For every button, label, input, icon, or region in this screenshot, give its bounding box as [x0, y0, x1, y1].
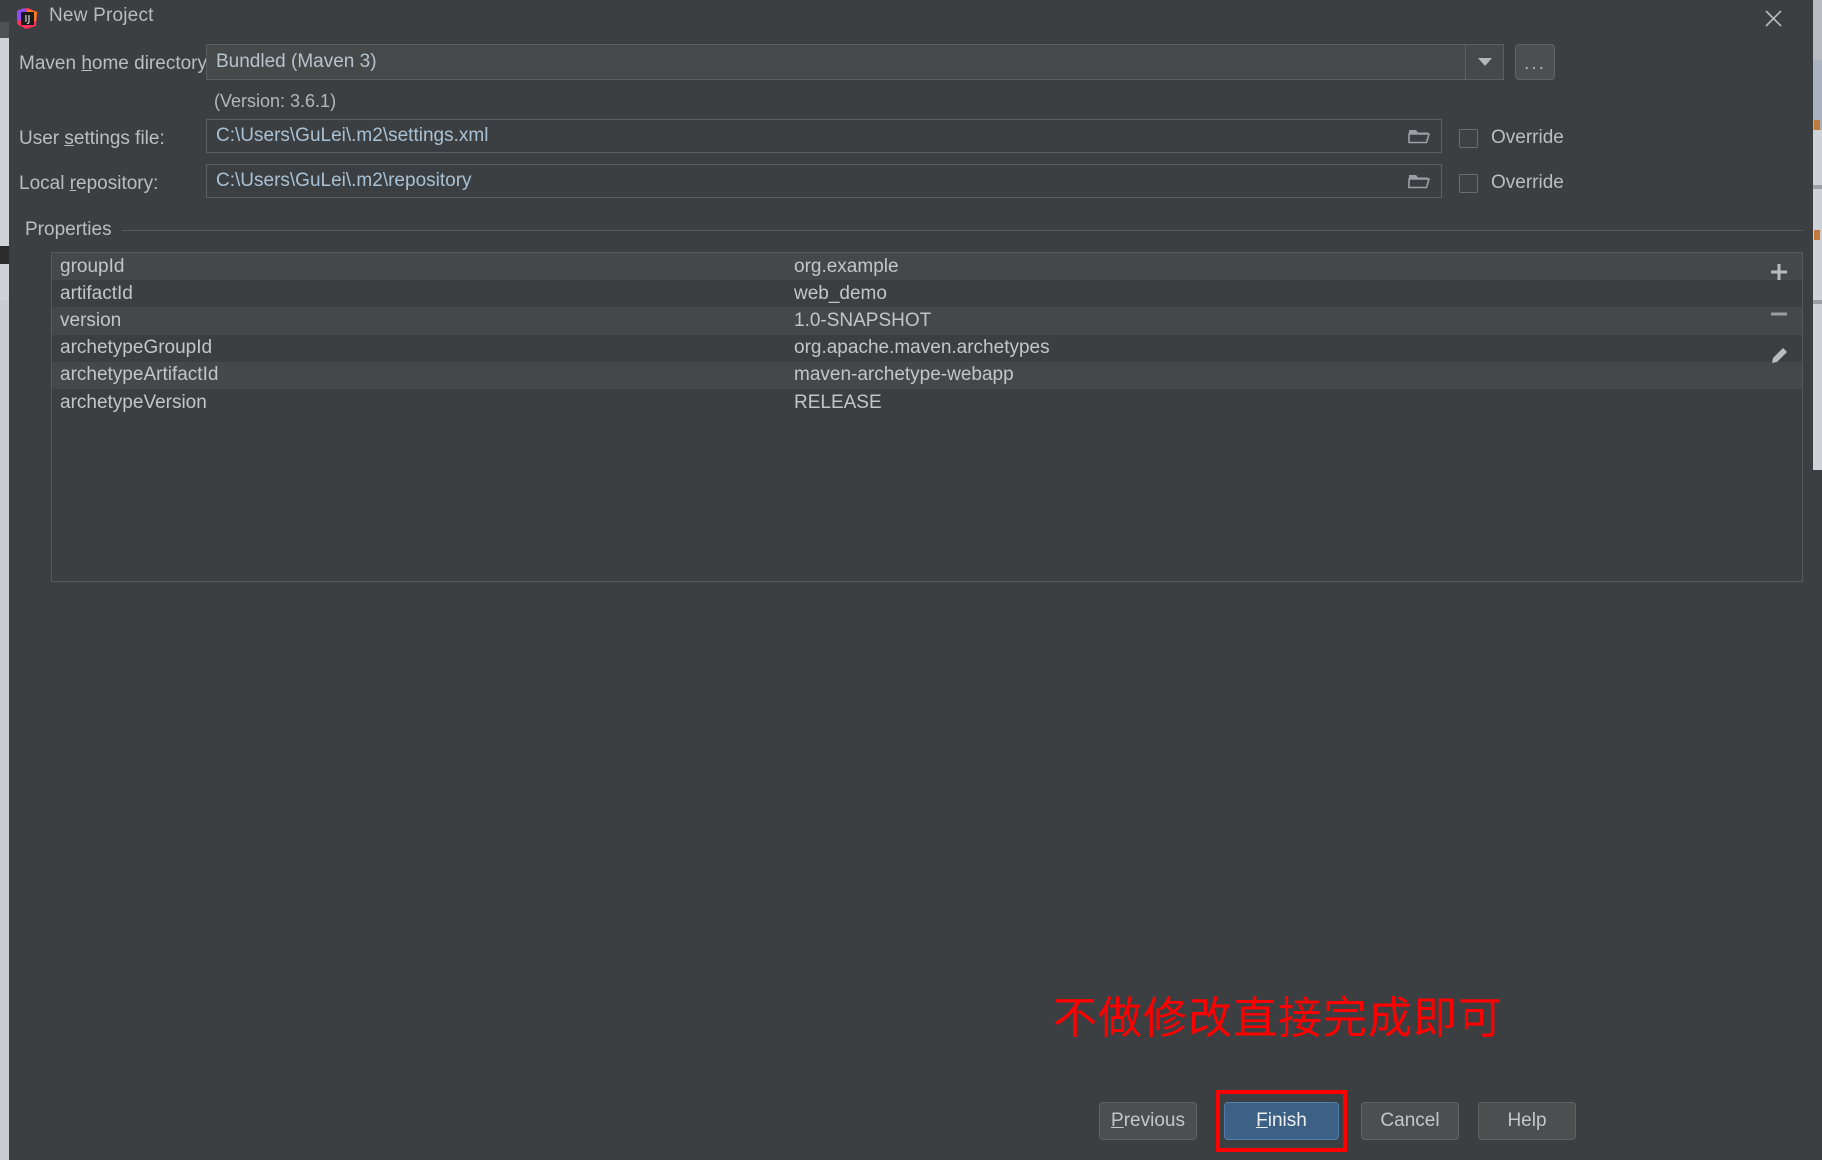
- close-icon[interactable]: [1759, 5, 1787, 31]
- btn-mnemonic: P: [1111, 1110, 1124, 1131]
- user-settings-override-checkbox[interactable]: Override: [1459, 127, 1564, 149]
- maven-home-directory-combobox[interactable]: Bundled (Maven 3): [206, 44, 1504, 80]
- svg-text:IJ: IJ: [25, 14, 31, 25]
- chevron-down-icon[interactable]: [1465, 45, 1503, 79]
- user-settings-override-label: Override: [1491, 127, 1564, 148]
- table-row[interactable]: groupId org.example: [52, 253, 1802, 281]
- property-value-cell: RELEASE: [794, 391, 882, 413]
- new-project-dialog: IJ New Project Maven home directory: Bun…: [9, 0, 1813, 1160]
- ellipsis-label: ...: [1524, 53, 1546, 74]
- property-value-cell: org.apache.maven.archetypes: [794, 337, 1050, 359]
- property-value-cell: 1.0-SNAPSHOT: [794, 309, 932, 331]
- local-repository-override-checkbox[interactable]: Override: [1459, 172, 1564, 194]
- label-part-post: ettings file:: [73, 128, 165, 149]
- minus-icon[interactable]: [1755, 294, 1803, 334]
- btn-post: revious: [1123, 1110, 1185, 1131]
- btn-post: inish: [1267, 1110, 1307, 1131]
- label-part-post: ome directory:: [91, 53, 213, 74]
- local-repository-label: Local repository:: [19, 173, 158, 195]
- property-key-cell: archetypeArtifactId: [60, 364, 219, 386]
- maven-home-browse-button[interactable]: ...: [1515, 44, 1555, 80]
- properties-table-toolbar: [1755, 252, 1803, 382]
- label-part-post: epository:: [76, 173, 159, 194]
- background-window-left-edge: [0, 0, 9, 1160]
- user-settings-file-label: User settings file:: [19, 128, 165, 150]
- table-row[interactable]: artifactId web_demo: [52, 280, 1802, 308]
- property-key-cell: artifactId: [60, 282, 133, 304]
- table-row[interactable]: archetypeGroupId org.apache.maven.archety…: [52, 334, 1802, 362]
- btn-mnemonic: F: [1256, 1110, 1268, 1131]
- property-key-cell: archetypeVersion: [60, 391, 207, 413]
- previous-button[interactable]: Previous: [1099, 1102, 1197, 1140]
- user-settings-file-input[interactable]: C:\Users\GuLei\.m2\settings.xml: [206, 119, 1442, 153]
- btn-pre: Cancel: [1380, 1110, 1440, 1131]
- folder-open-icon[interactable]: [1408, 172, 1431, 195]
- finish-button[interactable]: Finish: [1224, 1102, 1339, 1140]
- local-repository-input[interactable]: C:\Users\GuLei\.m2\repository: [206, 164, 1442, 198]
- label-part-pre: Local: [19, 173, 70, 194]
- background-window-right-edge-lower: [1812, 470, 1822, 1160]
- property-key-cell: version: [60, 309, 122, 331]
- local-repository-value: C:\Users\GuLei\.m2\repository: [216, 170, 472, 191]
- property-value-cell: org.example: [794, 255, 899, 277]
- checkbox-box: [1459, 128, 1478, 148]
- maven-version-note: (Version: 3.6.1): [214, 91, 337, 111]
- label-mnemonic: h: [81, 53, 92, 74]
- label-part-pre: Maven: [19, 53, 82, 74]
- table-row[interactable]: archetypeVersion RELEASE: [52, 388, 1802, 417]
- pencil-icon[interactable]: [1755, 336, 1803, 376]
- properties-group-separator: [119, 230, 1803, 231]
- intellij-idea-icon: IJ: [17, 8, 38, 29]
- user-settings-file-value: C:\Users\GuLei\.m2\settings.xml: [216, 125, 489, 146]
- table-row[interactable]: archetypeArtifactId maven-archetype-webap…: [52, 361, 1802, 389]
- btn-pre: Help: [1507, 1110, 1547, 1131]
- maven-home-directory-label: Maven home directory:: [19, 53, 212, 75]
- background-window-right-edge: [1812, 0, 1822, 470]
- plus-icon[interactable]: [1755, 252, 1803, 292]
- label-mnemonic: s: [64, 128, 74, 149]
- property-value-cell: web_demo: [794, 282, 887, 304]
- local-repository-override-label: Override: [1491, 172, 1564, 193]
- dialog-title-bar: IJ New Project: [9, 0, 1813, 36]
- annotation-text: 不做修改直接完成即可: [1053, 993, 1503, 1044]
- dialog-title: New Project: [49, 5, 154, 26]
- maven-home-directory-value: Bundled (Maven 3): [216, 51, 377, 72]
- property-value-cell: maven-archetype-webapp: [794, 364, 1014, 386]
- properties-table: groupId org.example artifactId web_demovers…: [52, 253, 1802, 417]
- property-key-cell: groupId: [60, 255, 125, 277]
- label-part-pre: User: [19, 128, 65, 149]
- cancel-button[interactable]: Cancel: [1361, 1102, 1459, 1140]
- table-row[interactable]: version 1.0-SNAPSHOT: [52, 307, 1802, 335]
- help-button[interactable]: Help: [1478, 1102, 1576, 1140]
- properties-group-title: Properties: [25, 219, 122, 241]
- folder-open-icon[interactable]: [1408, 127, 1431, 150]
- properties-table-panel[interactable]: groupId org.example artifactId web_demovers…: [51, 252, 1803, 582]
- property-key-cell: archetypeGroupId: [60, 337, 213, 359]
- checkbox-box: [1459, 173, 1478, 193]
